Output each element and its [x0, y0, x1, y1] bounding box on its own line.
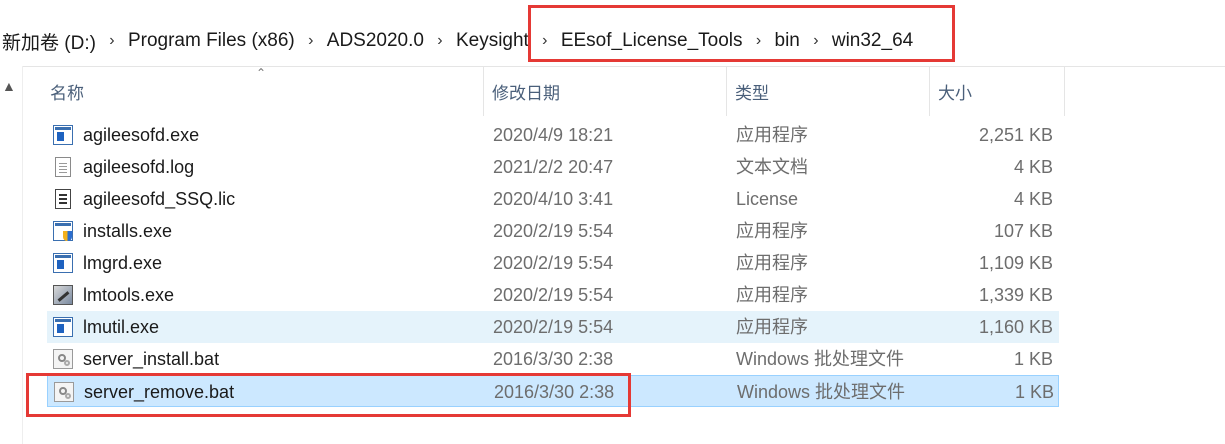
text-document-icon — [55, 157, 71, 177]
exe-icon — [53, 125, 73, 145]
file-name: agileesofd_SSQ.lic — [83, 189, 236, 209]
file-name: lmtools.exe — [83, 285, 175, 305]
column-header-type[interactable]: 类型 — [727, 66, 930, 116]
column-header-modified[interactable]: 修改日期 — [484, 66, 727, 116]
file-type: 应用程序 — [736, 285, 808, 305]
column-header-row: ⌃ 名称 修改日期 类型 大小 — [22, 66, 1067, 116]
file-type: Windows 批处理文件 — [737, 382, 906, 402]
breadcrumb: 新加卷 (D:) › Program Files (x86) › ADS2020… — [0, 28, 915, 54]
chevron-right-icon[interactable]: › — [98, 32, 126, 50]
file-name: server_remove.bat — [84, 382, 235, 402]
file-size: 1 KB — [1013, 349, 1053, 369]
file-modified: 2020/2/19 5:54 — [493, 253, 614, 273]
breadcrumb-win32-64[interactable]: win32_64 — [830, 30, 915, 52]
batch-file-icon — [54, 382, 74, 402]
file-name: installs.exe — [83, 221, 173, 241]
file-modified: 2020/4/9 18:21 — [493, 125, 614, 145]
chevron-right-icon[interactable]: › — [745, 32, 773, 50]
file-row-installs-exe[interactable]: installs.exe 2020/2/19 5:54 应用程序 107 KB — [47, 215, 1059, 247]
file-row-agileesofd-ssq-lic[interactable]: agileesofd_SSQ.lic 2020/4/10 3:41 Licens… — [47, 183, 1059, 215]
file-name: lmutil.exe — [83, 317, 160, 337]
file-row-lmutil-exe[interactable]: lmutil.exe 2020/2/19 5:54 应用程序 1,160 KB — [47, 311, 1059, 343]
file-row-agileesofd-log[interactable]: agileesofd.log 2021/2/2 20:47 文本文档 4 KB — [47, 151, 1059, 183]
file-modified: 2020/2/19 5:54 — [493, 317, 614, 337]
file-modified: 2020/2/19 5:54 — [493, 285, 614, 305]
breadcrumb-ads2020[interactable]: ADS2020.0 — [325, 30, 426, 52]
chevron-right-icon[interactable]: › — [802, 32, 830, 50]
file-size: 4 KB — [1013, 157, 1053, 177]
column-header-size[interactable]: 大小 — [930, 66, 1065, 116]
chevron-right-icon[interactable]: › — [297, 32, 325, 50]
file-size: 1,109 KB — [978, 253, 1053, 273]
exe-icon — [53, 317, 73, 337]
batch-file-icon — [53, 349, 73, 369]
file-modified: 2021/2/2 20:47 — [493, 157, 614, 177]
column-header-name[interactable]: 名称 — [42, 66, 484, 116]
file-size: 4 KB — [1013, 189, 1053, 209]
file-name: server_install.bat — [83, 349, 220, 369]
file-name: agileesofd.exe — [83, 125, 200, 145]
file-modified: 2016/3/30 2:38 — [493, 349, 614, 369]
file-type: 应用程序 — [736, 125, 808, 145]
breadcrumb-drive[interactable]: 新加卷 (D:) — [0, 28, 98, 55]
file-type: 应用程序 — [736, 253, 808, 273]
top-strip — [0, 0, 1225, 14]
breadcrumb-program-files[interactable]: Program Files (x86) — [126, 30, 297, 52]
file-size: 1,339 KB — [978, 285, 1053, 305]
file-type: License — [736, 189, 799, 209]
shield-exe-icon — [53, 221, 73, 241]
file-row-server-install-bat[interactable]: server_install.bat 2016/3/30 2:38 Window… — [47, 343, 1059, 375]
file-name: lmgrd.exe — [83, 253, 163, 273]
file-size: 1 KB — [1014, 382, 1054, 402]
exe-icon — [53, 253, 73, 273]
navigation-pane[interactable]: ▲ — [0, 66, 23, 444]
file-row-lmtools-exe[interactable]: lmtools.exe 2020/2/19 5:54 应用程序 1,339 KB — [47, 279, 1059, 311]
file-modified: 2016/3/30 2:38 — [494, 382, 615, 402]
chevron-right-icon[interactable]: › — [531, 32, 559, 50]
file-size: 2,251 KB — [978, 125, 1053, 145]
file-row-server-remove-bat[interactable]: server_remove.bat 2016/3/30 2:38 Windows… — [47, 375, 1059, 407]
file-type: 文本文档 — [736, 157, 808, 177]
file-type: 应用程序 — [736, 317, 808, 337]
file-size: 1,160 KB — [978, 317, 1053, 337]
breadcrumb-bin[interactable]: bin — [773, 30, 802, 52]
file-type: 应用程序 — [736, 221, 808, 241]
file-row-lmgrd-exe[interactable]: lmgrd.exe 2020/2/19 5:54 应用程序 1,109 KB — [47, 247, 1059, 279]
file-name: agileesofd.log — [83, 157, 195, 177]
breadcrumb-keysight[interactable]: Keysight — [454, 30, 531, 52]
breadcrumb-eesof-license-tools[interactable]: EEsof_License_Tools — [559, 30, 745, 52]
file-modified: 2020/4/10 3:41 — [493, 189, 614, 209]
address-bar[interactable]: 新加卷 (D:) › Program Files (x86) › ADS2020… — [0, 14, 1225, 67]
tools-icon — [53, 285, 73, 305]
scroll-up-icon[interactable]: ▲ — [2, 78, 16, 94]
chevron-right-icon[interactable]: › — [426, 32, 454, 50]
file-type: Windows 批处理文件 — [736, 349, 905, 369]
license-file-icon — [55, 189, 71, 209]
file-row-agileesofd-exe[interactable]: agileesofd.exe 2020/4/9 18:21 应用程序 2,251… — [47, 119, 1059, 151]
file-size: 107 KB — [993, 221, 1053, 241]
file-modified: 2020/2/19 5:54 — [493, 221, 614, 241]
